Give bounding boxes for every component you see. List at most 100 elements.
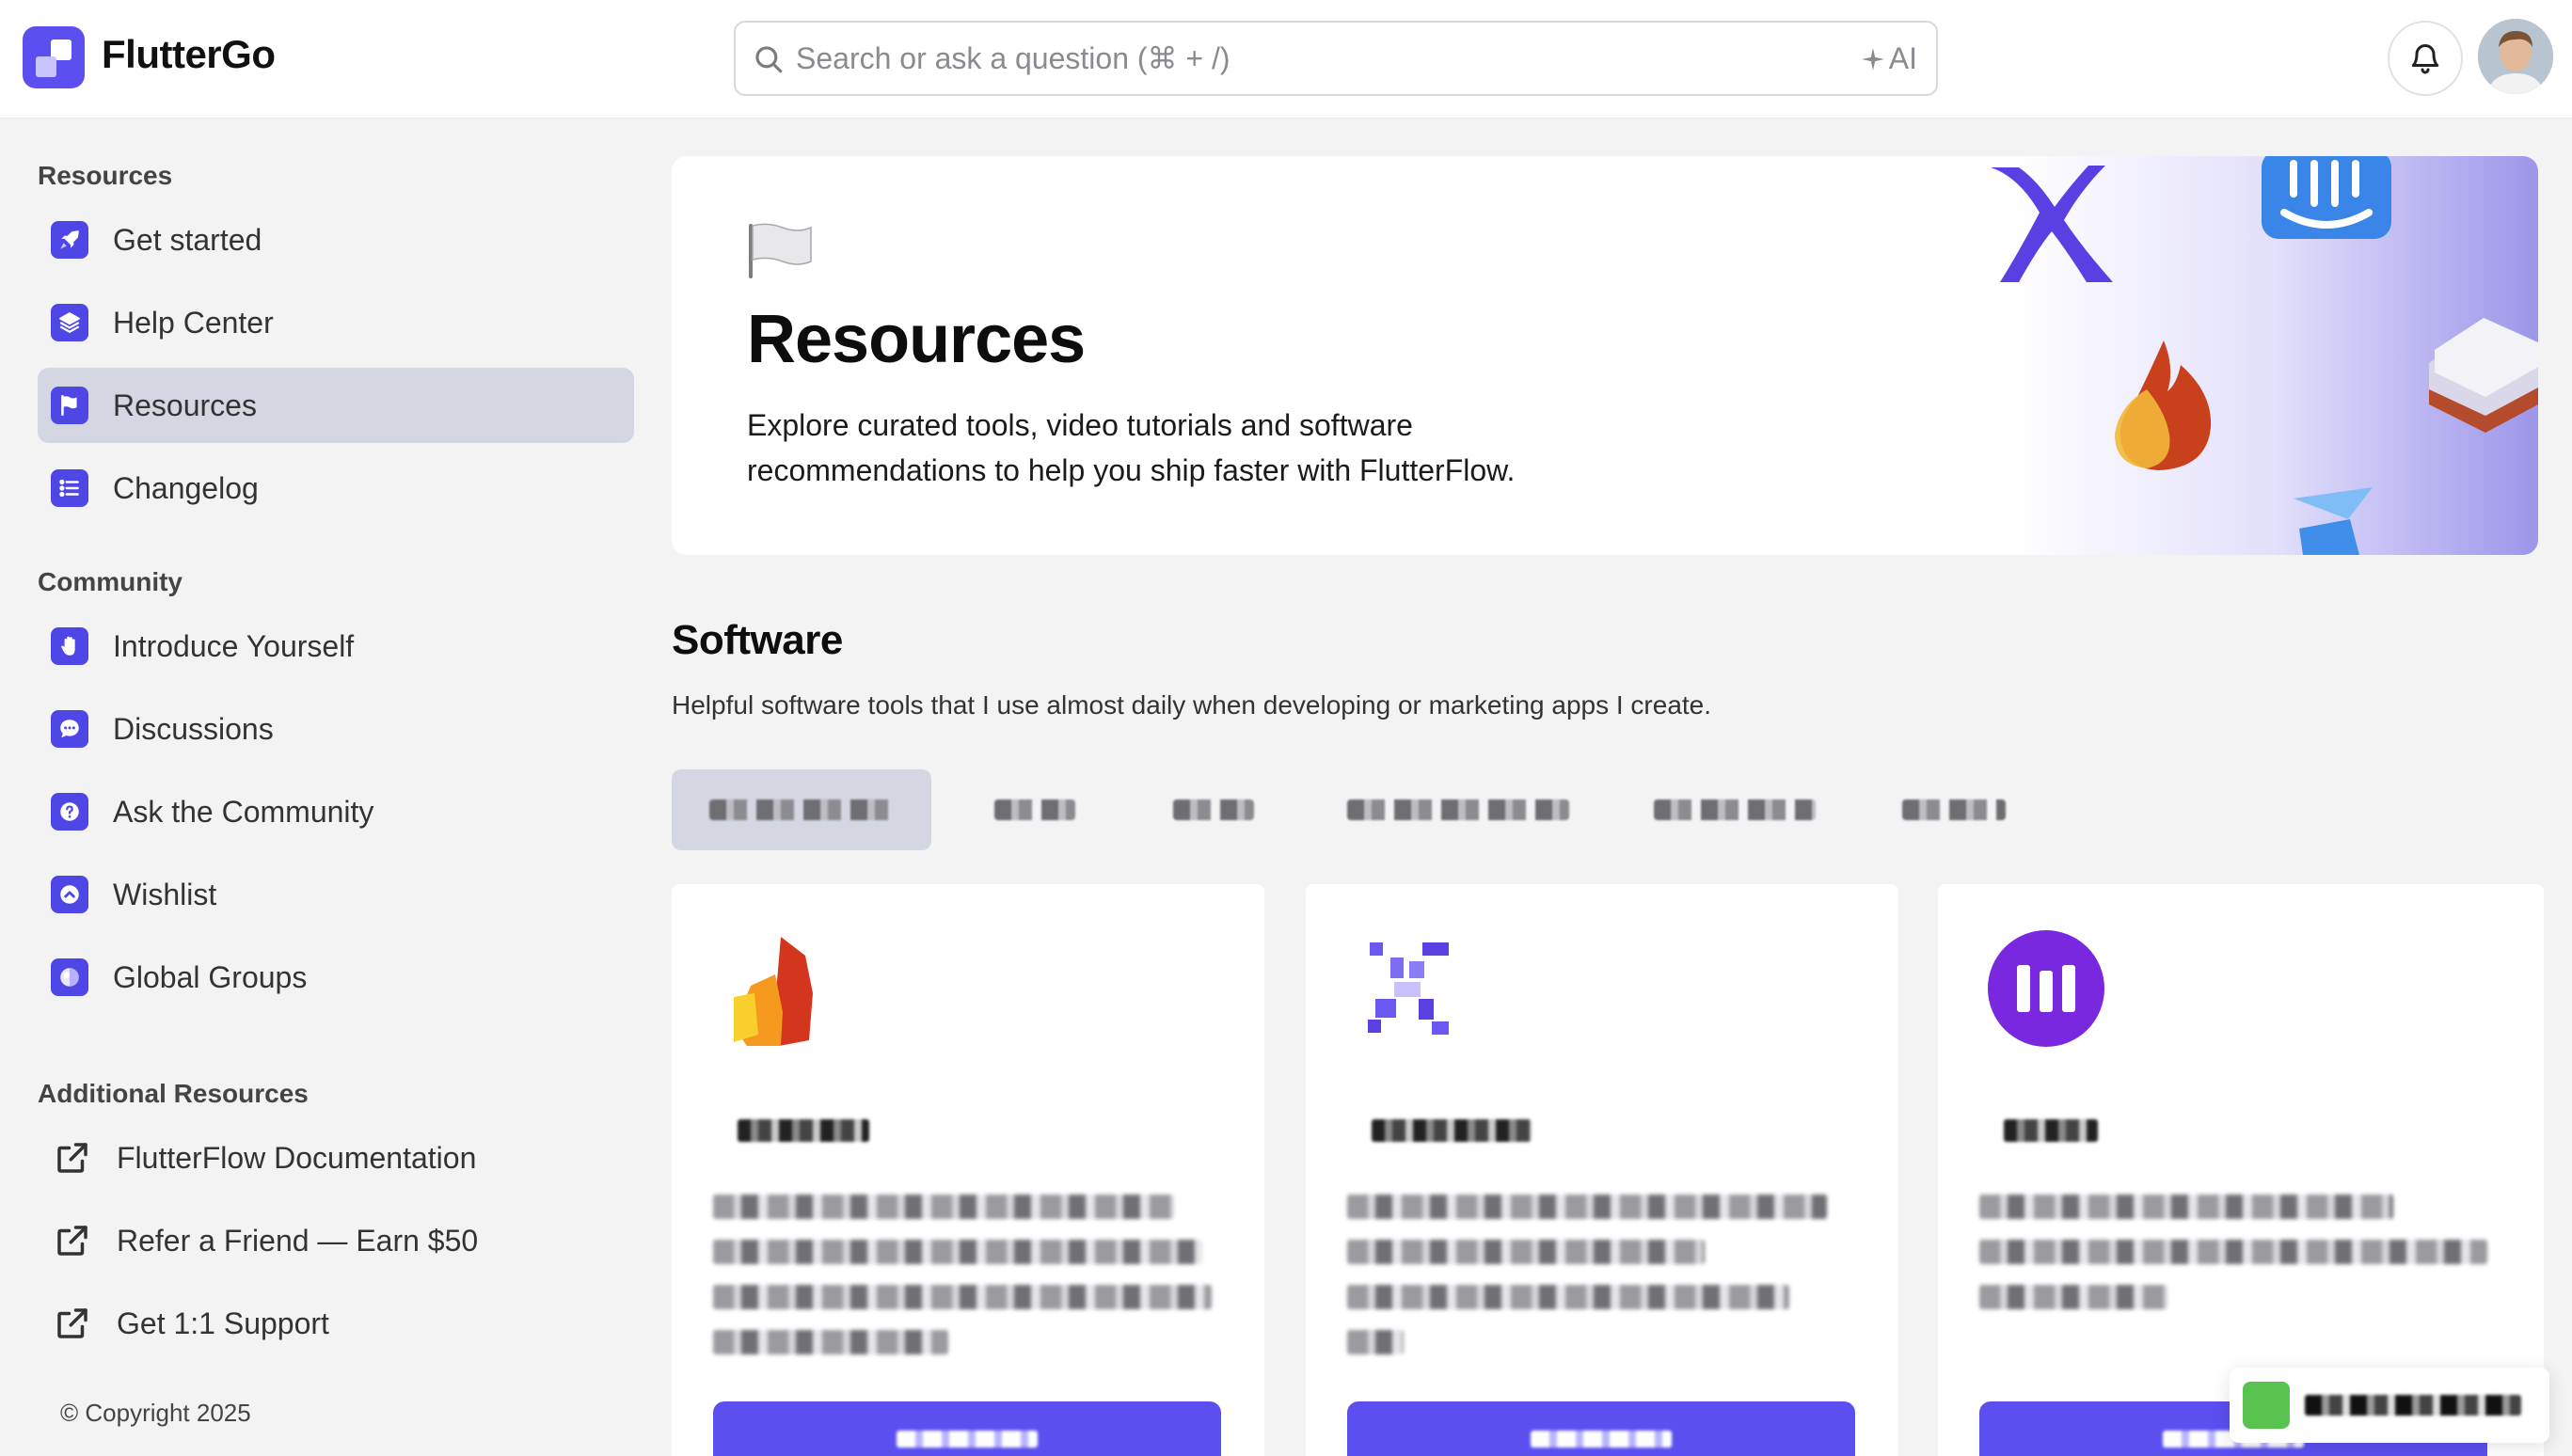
card-title (1372, 1119, 1532, 1142)
sidebar-link-flutterflow-documentation[interactable]: FlutterFlow Documentation (38, 1120, 634, 1195)
avatar-image (2478, 19, 2553, 94)
card-visit-button[interactable] (713, 1401, 1221, 1456)
logo-square-back (36, 56, 56, 77)
chat-bubble-icon (51, 710, 88, 748)
software-section-description: Helpful software tools that I use almost… (672, 690, 1712, 720)
sidebar-item-global-groups[interactable]: Global Groups (38, 940, 634, 1015)
sidebar-link-label: Refer a Friend — Earn $50 (117, 1223, 479, 1258)
x-shape-logo-icon (1991, 166, 2113, 282)
question-icon (51, 793, 88, 831)
card-visit-button[interactable] (1347, 1401, 1855, 1456)
section-heading-community: Community (38, 567, 183, 596)
tab-blurred-label (1902, 799, 2006, 820)
card-description (1979, 1195, 2487, 1330)
firebase-logo-icon (734, 937, 813, 1046)
widget-icon (2243, 1382, 2290, 1429)
sidebar-item-label: Changelog (113, 470, 259, 505)
card-description (1347, 1195, 1855, 1375)
sidebar: Resources Get started Help Center Resour… (0, 119, 649, 1456)
sidebar-item-get-started[interactable]: Get started (38, 202, 634, 277)
tab-category-1[interactable] (672, 769, 931, 850)
card-description (713, 1195, 1221, 1375)
sparkle-icon (1861, 47, 1884, 71)
hero-description-line-1: Explore curated tools, video tutorials a… (747, 408, 1413, 442)
software-card-2 (1306, 884, 1898, 1456)
card-description-line (1979, 1195, 2393, 1219)
software-card-1 (672, 884, 1264, 1456)
tab-blurred-label (709, 799, 894, 820)
sidebar-link-get-support[interactable]: Get 1:1 Support (38, 1286, 634, 1361)
flag-icon (51, 387, 88, 424)
sidebar-link-label: Get 1:1 Support (117, 1306, 329, 1340)
framer-logo-icon (2294, 487, 2373, 555)
external-link-icon (57, 1308, 87, 1338)
user-avatar[interactable] (2478, 19, 2553, 94)
sidebar-item-label: Get started (113, 222, 262, 257)
button-blurred-label (897, 1431, 1038, 1448)
copyright-text: © Copyright 2025 (60, 1399, 251, 1427)
sidebar-item-label: Global Groups (113, 959, 308, 994)
card-description-line (1347, 1240, 1705, 1264)
sidebar-item-introduce-yourself[interactable]: Introduce Yourself (38, 609, 634, 684)
list-icon (51, 469, 88, 507)
purple-badge-logo-icon (1988, 930, 2104, 1047)
tab-category-3[interactable] (1148, 769, 1279, 850)
button-blurred-label (1531, 1431, 1672, 1448)
search-input[interactable] (796, 34, 1793, 83)
hero-title: Resources (747, 302, 1086, 377)
sidebar-item-changelog[interactable]: Changelog (38, 451, 634, 526)
tab-blurred-label (1347, 799, 1569, 820)
sidebar-link-refer-a-friend[interactable]: Refer a Friend — Earn $50 (38, 1203, 634, 1278)
tab-category-4[interactable] (1326, 769, 1590, 850)
notifications-button[interactable] (2388, 21, 2463, 96)
tab-blurred-label (994, 799, 1075, 820)
app-logo[interactable] (23, 26, 85, 88)
ai-button[interactable]: AI (1861, 41, 1917, 76)
brand-name[interactable]: FlutterGo (102, 32, 276, 77)
card-description-line (713, 1330, 948, 1354)
tab-category-6[interactable] (1885, 769, 2023, 850)
hero-banner: Resources Explore curated tools, video t… (672, 156, 2538, 555)
top-header: FlutterGo AI (0, 0, 2572, 119)
sidebar-item-resources[interactable]: Resources (38, 368, 634, 443)
sidebar-item-help-center[interactable]: Help Center (38, 285, 634, 360)
section-heading-additional-resources: Additional Resources (38, 1079, 309, 1108)
layers-icon (51, 304, 88, 341)
tab-blurred-label (1173, 799, 1254, 820)
search-bar[interactable]: AI (734, 21, 1938, 96)
floating-widget[interactable] (2230, 1368, 2549, 1443)
sidebar-item-label: Help Center (113, 305, 274, 340)
software-category-tabs (672, 769, 2538, 850)
hero-description-line-2: recommendations to help you ship faster … (747, 453, 1516, 487)
sidebar-link-label: FlutterFlow Documentation (117, 1140, 477, 1175)
card-description-line (1347, 1195, 1827, 1219)
wave-hand-icon (51, 627, 88, 665)
external-link-icon (57, 1226, 87, 1256)
rocket-icon (51, 221, 88, 259)
bell-icon (2411, 44, 2439, 74)
card-description-line (713, 1285, 1212, 1309)
stacked-layers-logo-icon (2429, 318, 2538, 433)
sidebar-item-wishlist[interactable]: Wishlist (38, 857, 634, 932)
sidebar-item-discussions[interactable]: Discussions (38, 691, 634, 767)
card-title (2004, 1119, 2098, 1142)
globe-icon (51, 958, 88, 996)
hero-description: Explore curated tools, video tutorials a… (747, 403, 1594, 493)
white-flag-icon (749, 223, 812, 278)
sidebar-item-label: Ask the Community (113, 794, 374, 829)
card-description-line (1979, 1285, 2167, 1309)
external-link-icon (57, 1143, 87, 1173)
sidebar-item-label: Resources (113, 388, 257, 422)
sidebar-item-ask-the-community[interactable]: Ask the Community (38, 774, 634, 849)
card-title (738, 1119, 869, 1142)
card-description-line (1979, 1240, 2487, 1264)
sidebar-item-label: Introduce Yourself (113, 628, 355, 663)
tab-category-5[interactable] (1631, 769, 1838, 850)
card-description-line (1347, 1330, 1404, 1354)
x-shape-logo-icon (1368, 942, 1449, 1035)
chevron-up-circle-icon (51, 876, 88, 913)
tab-category-2[interactable] (969, 769, 1101, 850)
card-description-line (1347, 1285, 1789, 1309)
card-description-line (713, 1240, 1202, 1264)
software-section-title: Software (672, 617, 843, 663)
